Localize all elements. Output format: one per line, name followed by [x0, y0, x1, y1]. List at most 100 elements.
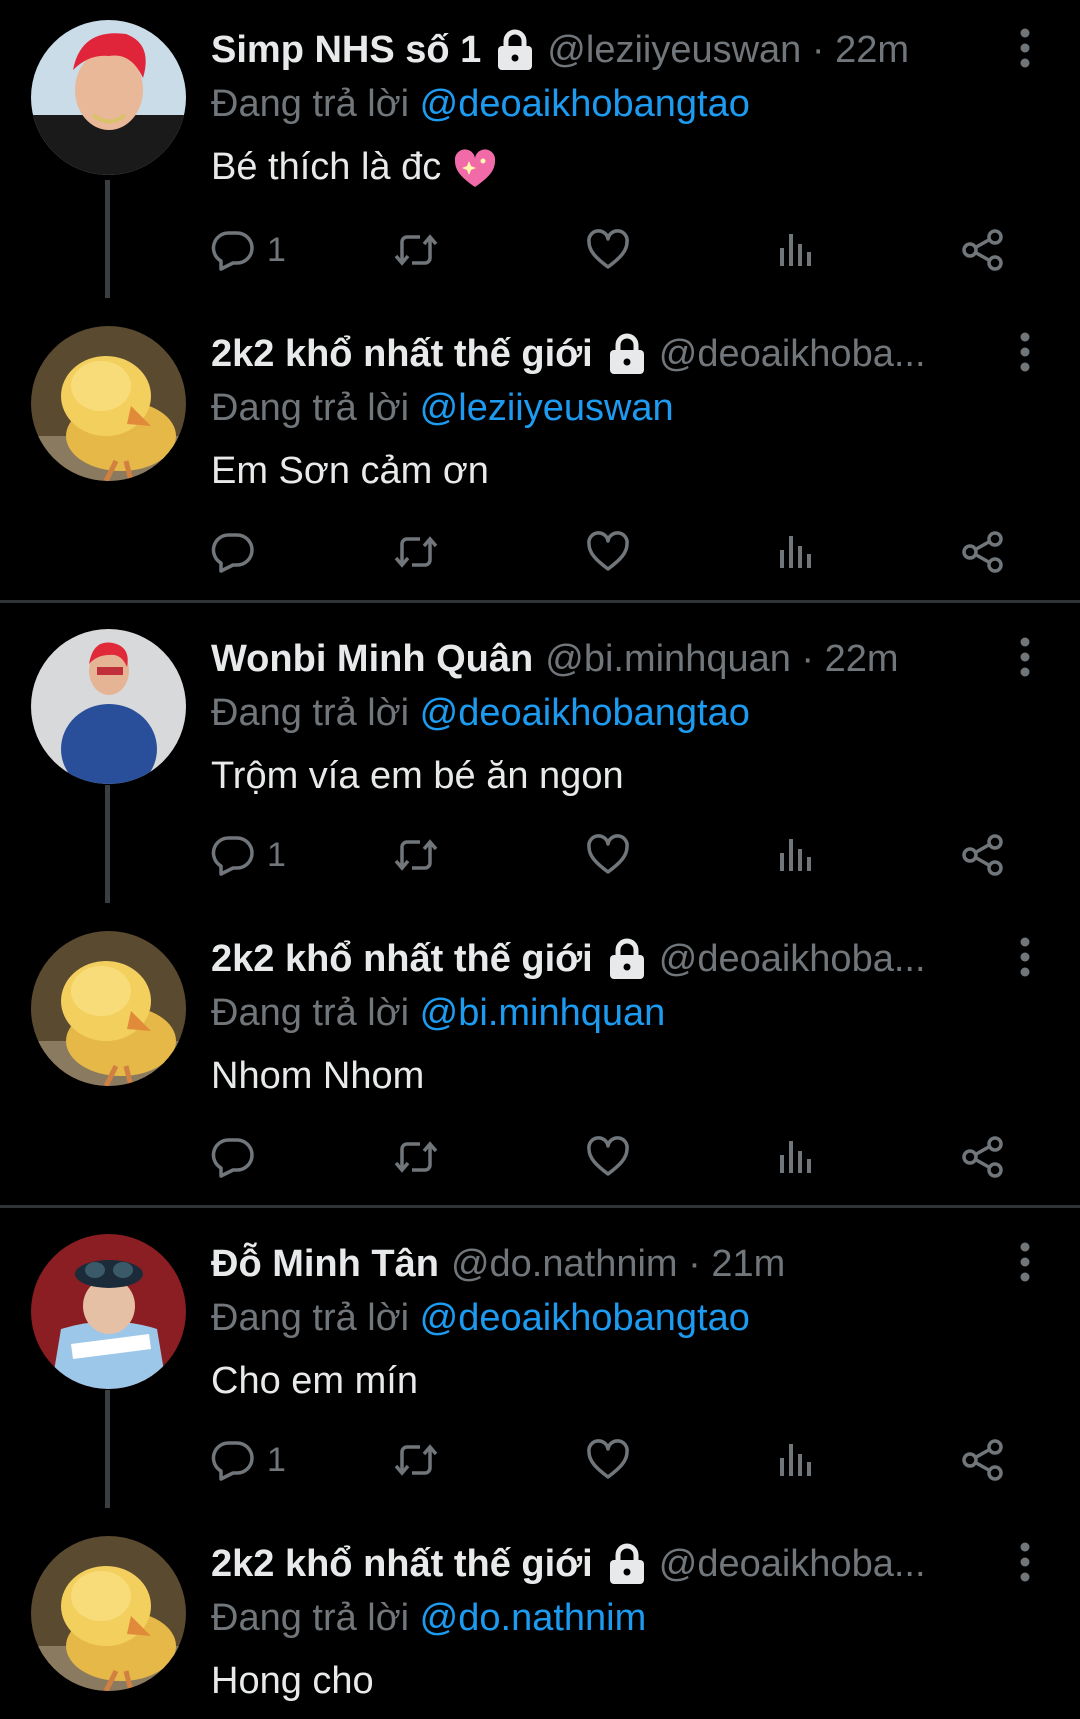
heart-icon — [586, 228, 630, 272]
like-button[interactable] — [586, 825, 630, 885]
retweet-icon — [394, 833, 438, 877]
stats-icon — [773, 1438, 817, 1482]
stats-icon — [773, 833, 817, 877]
reply-icon — [211, 1135, 255, 1179]
retweet-icon — [394, 1135, 438, 1179]
mention-link[interactable]: @do.nathnim — [420, 1597, 647, 1639]
reply-count: 1 — [267, 835, 286, 874]
avatar[interactable] — [31, 931, 186, 1086]
lock-icon — [607, 333, 647, 375]
divider — [0, 1205, 1080, 1208]
retweet-button[interactable] — [394, 522, 438, 582]
views-button[interactable] — [773, 220, 817, 280]
thread-line — [105, 785, 110, 903]
thread-line — [105, 180, 110, 298]
display-name[interactable]: Wonbi Minh Quân — [211, 638, 533, 681]
reply-button[interactable] — [211, 1127, 255, 1187]
avatar[interactable] — [31, 629, 186, 784]
divider — [0, 600, 1080, 603]
share-button[interactable] — [961, 1127, 1005, 1187]
handle-and-time[interactable]: @deoaikhoba... — [659, 938, 926, 981]
reply-button[interactable] — [211, 522, 255, 582]
heart-icon — [586, 1438, 630, 1482]
display-name[interactable]: 2k2 khổ nhất thế giới — [211, 938, 593, 981]
replying-to: Đang trả lời @deoaikhobangtao — [211, 692, 750, 734]
sparkling-heart-icon — [453, 147, 497, 191]
more-options-icon[interactable] — [1010, 1540, 1040, 1584]
reply-button[interactable]: 1 — [211, 220, 286, 280]
reply-icon — [211, 1438, 255, 1482]
retweet-button[interactable] — [394, 1430, 438, 1490]
display-name[interactable]: 2k2 khổ nhất thế giới — [211, 333, 593, 376]
heart-icon — [586, 833, 630, 877]
mention-link[interactable]: @leziiyeuswan — [420, 387, 674, 429]
handle-and-time[interactable]: @deoaikhoba... — [659, 1543, 926, 1586]
lock-icon — [607, 938, 647, 980]
avatar[interactable] — [31, 20, 186, 175]
views-button[interactable] — [773, 825, 817, 885]
replying-to: Đang trả lời @do.nathnim — [211, 1597, 647, 1639]
handle-and-time[interactable]: @leziiyeuswan · 22m — [547, 29, 909, 72]
lock-icon — [607, 1543, 647, 1585]
reply-count: 1 — [267, 1440, 286, 1479]
tweet-text: Bé thích là đc — [211, 142, 1040, 192]
avatar[interactable] — [31, 1234, 186, 1389]
like-button[interactable] — [586, 1127, 630, 1187]
like-button[interactable] — [586, 1430, 630, 1490]
share-button[interactable] — [961, 1430, 1005, 1490]
mention-link[interactable]: @deoaikhobangtao — [420, 83, 750, 125]
display-name[interactable]: Simp NHS số 1 — [211, 29, 481, 72]
display-name[interactable]: 2k2 khổ nhất thế giới — [211, 1543, 593, 1586]
handle-and-time[interactable]: @do.nathnim · 21m — [451, 1243, 785, 1286]
share-button[interactable] — [961, 825, 1005, 885]
share-icon — [961, 1438, 1005, 1482]
tweet-text: Cho em mín — [211, 1360, 418, 1402]
avatar[interactable] — [31, 326, 186, 481]
stats-icon — [773, 228, 817, 272]
stats-icon — [773, 530, 817, 574]
retweet-button[interactable] — [394, 220, 438, 280]
tweet-text: Hong cho — [211, 1660, 374, 1702]
replying-to: Đang trả lời @deoaikhobangtao — [211, 83, 750, 125]
more-options-icon[interactable] — [1010, 330, 1040, 374]
heart-icon — [586, 530, 630, 574]
more-options-icon[interactable] — [1010, 26, 1040, 70]
lock-icon — [495, 29, 535, 71]
retweet-icon — [394, 228, 438, 272]
tweet-text: Trộm vía em bé ăn ngon — [211, 755, 624, 797]
share-icon — [961, 1135, 1005, 1179]
reply-count: 1 — [267, 230, 286, 269]
views-button[interactable] — [773, 1127, 817, 1187]
handle-and-time[interactable]: @bi.minhquan · 22m — [545, 638, 898, 681]
retweet-button[interactable] — [394, 1127, 438, 1187]
more-options-icon[interactable] — [1010, 635, 1040, 679]
display-name[interactable]: Đỗ Minh Tân — [211, 1243, 439, 1286]
more-options-icon[interactable] — [1010, 1240, 1040, 1284]
handle-and-time[interactable]: @deoaikhoba... — [659, 333, 926, 376]
share-icon — [961, 530, 1005, 574]
replying-to: Đang trả lời @deoaikhobangtao — [211, 1297, 750, 1339]
share-icon — [961, 228, 1005, 272]
retweet-button[interactable] — [394, 825, 438, 885]
like-button[interactable] — [586, 220, 630, 280]
tweet-text: Nhom Nhom — [211, 1055, 425, 1097]
more-options-icon[interactable] — [1010, 935, 1040, 979]
share-button[interactable] — [961, 220, 1005, 280]
reply-button[interactable]: 1 — [211, 1430, 286, 1490]
avatar[interactable] — [31, 1536, 186, 1691]
retweet-icon — [394, 530, 438, 574]
replying-to: Đang trả lời @bi.minhquan — [211, 992, 666, 1034]
retweet-icon — [394, 1438, 438, 1482]
replying-to: Đang trả lời @leziiyeuswan — [211, 387, 674, 429]
views-button[interactable] — [773, 1430, 817, 1490]
share-icon — [961, 833, 1005, 877]
reply-icon — [211, 530, 255, 574]
tweet-text: Em Sơn cảm ơn — [211, 450, 489, 492]
mention-link[interactable]: @bi.minhquan — [420, 992, 666, 1034]
views-button[interactable] — [773, 522, 817, 582]
share-button[interactable] — [961, 522, 1005, 582]
mention-link[interactable]: @deoaikhobangtao — [420, 692, 750, 734]
reply-button[interactable]: 1 — [211, 825, 286, 885]
mention-link[interactable]: @deoaikhobangtao — [420, 1297, 750, 1339]
like-button[interactable] — [586, 522, 630, 582]
